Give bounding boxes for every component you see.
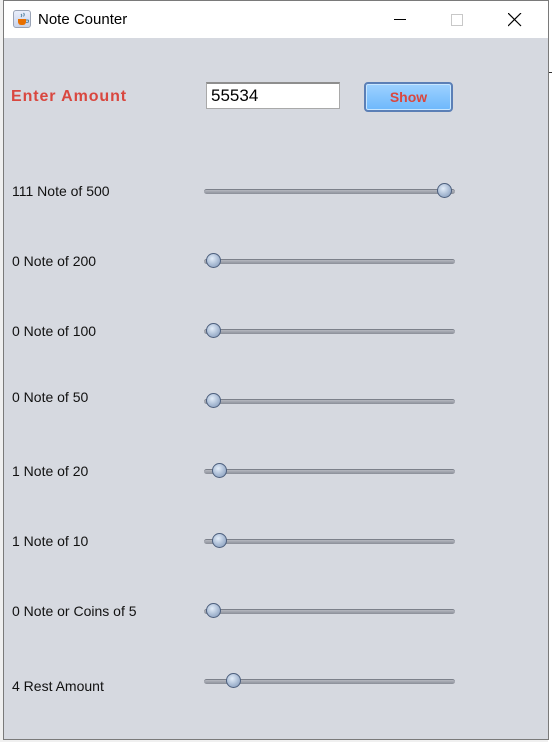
rest-amount-slider[interactable] <box>204 671 455 691</box>
show-button[interactable]: Show <box>364 82 453 112</box>
slider-thumb[interactable] <box>206 603 221 618</box>
note-50-label: 0 Note of 50 <box>12 389 89 405</box>
amount-input[interactable] <box>206 82 340 109</box>
slider-thumb[interactable] <box>206 253 221 268</box>
slider-track <box>204 189 455 194</box>
note-10-label: 1 Note of 10 <box>12 533 89 549</box>
minimize-icon <box>394 19 406 20</box>
java-cup-icon <box>13 10 31 28</box>
coin-5-label: 0 Note or Coins of 5 <box>12 603 137 619</box>
close-button[interactable] <box>492 1 538 38</box>
note-50-slider[interactable] <box>204 391 455 411</box>
slider-track <box>204 469 455 474</box>
rest-amount-label: 4 Rest Amount <box>12 678 104 694</box>
note-100-slider[interactable] <box>204 321 455 341</box>
slider-thumb[interactable] <box>206 323 221 338</box>
title-bar[interactable]: Note Counter <box>4 1 548 38</box>
note-20-label: 1 Note of 20 <box>12 463 89 479</box>
maximize-icon <box>451 14 463 26</box>
note-500-slider[interactable] <box>204 181 455 201</box>
slider-track <box>204 259 455 264</box>
note-100-label: 0 Note of 100 <box>12 323 97 339</box>
note-10-slider[interactable] <box>204 531 455 551</box>
enter-amount-label: Enter Amount <box>11 88 127 105</box>
note-200-label: 0 Note of 200 <box>12 253 97 269</box>
slider-thumb[interactable] <box>206 393 221 408</box>
maximize-button[interactable] <box>435 1 481 38</box>
slider-track <box>204 399 455 404</box>
note-500-label: 111 Note of 500 <box>12 183 110 199</box>
minimize-button[interactable] <box>378 1 424 38</box>
slider-track <box>204 539 455 544</box>
slider-thumb[interactable] <box>225 673 241 688</box>
slider-thumb[interactable] <box>437 183 452 198</box>
note-200-slider[interactable] <box>204 251 455 271</box>
slider-track <box>204 609 455 614</box>
window-title: Note Counter <box>38 11 128 28</box>
slider-thumb[interactable] <box>211 533 227 548</box>
slider-track <box>204 679 455 684</box>
coin-5-slider[interactable] <box>204 601 455 621</box>
slider-thumb[interactable] <box>211 463 227 478</box>
note-20-slider[interactable] <box>204 461 455 481</box>
slider-track <box>204 329 455 334</box>
note-counter-window: Note Counter Enter Amount Show 111 Note … <box>3 0 549 740</box>
close-icon <box>508 13 522 27</box>
